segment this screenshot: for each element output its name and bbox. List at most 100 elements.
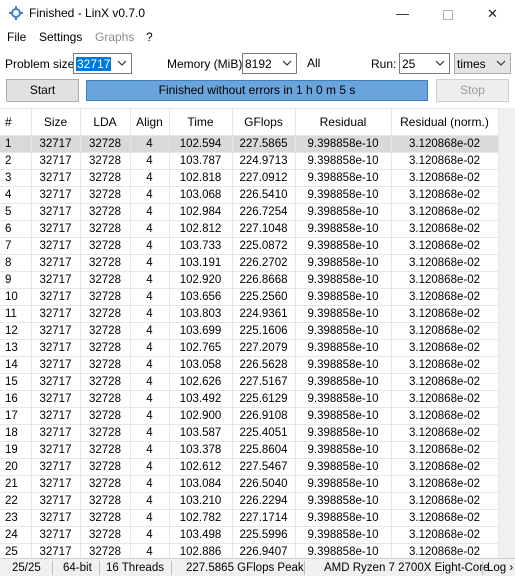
- table-row[interactable]: 3 32717 32728 4 102.818 227.0912 9.398858e-10 3…: [0, 169, 499, 187]
- chevron-down-icon: [282, 60, 292, 66]
- all-memory-button[interactable]: All: [307, 56, 320, 70]
- table-cell: 32717: [31, 356, 81, 374]
- table-cell: 103.068: [169, 186, 233, 204]
- log-button[interactable]: Log ›: [487, 562, 513, 574]
- table-row[interactable]: 5 32717 32728 4 102.984 226.7254 9.398858e-10 3…: [0, 203, 499, 221]
- table-row[interactable]: 15 32717 32728 4 102.626 227.5167 9.398858e-10…: [0, 373, 499, 391]
- table-cell: 9.398858e-10: [295, 390, 392, 408]
- table-row[interactable]: 4 32717 32728 4 103.068 226.5410 9.398858e-10 3…: [0, 186, 499, 204]
- table-cell: 32728: [80, 220, 131, 238]
- table-cell: 3.120868e-02: [391, 441, 499, 459]
- menu-graphs[interactable]: Graphs: [95, 30, 134, 44]
- table-row[interactable]: 7 32717 32728 4 103.733 225.0872 9.398858e-10 3…: [0, 237, 499, 255]
- table-cell: 4: [130, 458, 170, 476]
- table-cell: 32728: [80, 441, 131, 459]
- run-count-combo[interactable]: 25: [399, 53, 450, 74]
- results-table[interactable]: # Size LDA Align Time GFlops Residual Re…: [0, 108, 515, 558]
- memory-label: Memory (MiB):: [167, 57, 246, 71]
- table-cell: 3.120868e-02: [391, 543, 499, 558]
- table-cell: 32728: [80, 152, 131, 170]
- table-row[interactable]: 19 32717 32728 4 103.378 225.8604 9.398858e-10…: [0, 441, 499, 459]
- table-row[interactable]: 10 32717 32728 4 103.656 225.2560 9.398858e-10…: [0, 288, 499, 306]
- table-cell: 32728: [80, 424, 131, 442]
- table-row[interactable]: 17 32717 32728 4 102.900 226.9108 9.398858e-10…: [0, 407, 499, 425]
- table-row[interactable]: 13 32717 32728 4 102.765 227.2079 9.398858e-10…: [0, 339, 499, 357]
- column-header[interactable]: GFlops: [232, 109, 296, 136]
- table-cell: 3.120868e-02: [391, 186, 499, 204]
- table-cell: 224.9361: [232, 305, 296, 323]
- run-unit-combo[interactable]: times: [454, 53, 511, 74]
- table-row[interactable]: 23 32717 32728 4 102.782 227.1714 9.398858e-10…: [0, 509, 499, 527]
- problem-size-combo[interactable]: 32717: [73, 53, 132, 74]
- table-cell: 225.5996: [232, 526, 296, 544]
- table-row[interactable]: 6 32717 32728 4 102.812 227.1048 9.398858e-10 3…: [0, 220, 499, 238]
- table-cell: 227.5167: [232, 373, 296, 391]
- table-row[interactable]: 25 32717 32728 4 102.886 226.9407 9.398858e-10…: [0, 543, 499, 558]
- table-cell: 103.498: [169, 526, 233, 544]
- table-cell: 3.120868e-02: [391, 373, 499, 391]
- menu-settings[interactable]: Settings: [39, 30, 82, 44]
- table-row[interactable]: 16 32717 32728 4 103.492 225.6129 9.398858e-10…: [0, 390, 499, 408]
- progress-bar: Finished without errors in 1 h 0 m 5 s: [86, 80, 428, 101]
- table-cell: 103.699: [169, 322, 233, 340]
- maximize-button[interactable]: [425, 0, 470, 27]
- table-cell: 14: [0, 356, 32, 374]
- column-header[interactable]: Size: [31, 109, 81, 136]
- table-row[interactable]: 12 32717 32728 4 103.699 225.1606 9.398858e-10…: [0, 322, 499, 340]
- table-cell: 227.0912: [232, 169, 296, 187]
- close-button[interactable]: ✕: [470, 0, 515, 27]
- column-header[interactable]: Residual: [295, 109, 392, 136]
- chevron-down-icon: [117, 60, 127, 66]
- table-cell: 3.120868e-02: [391, 254, 499, 272]
- table-cell: 3.120868e-02: [391, 135, 499, 153]
- table-row[interactable]: 9 32717 32728 4 102.920 226.8668 9.398858e-10 3…: [0, 271, 499, 289]
- table-row[interactable]: 24 32717 32728 4 103.498 225.5996 9.398858e-10…: [0, 526, 499, 544]
- table-cell: 226.5040: [232, 475, 296, 493]
- table-row[interactable]: 20 32717 32728 4 102.612 227.5467 9.398858e-10…: [0, 458, 499, 476]
- table-row[interactable]: 11 32717 32728 4 103.803 224.9361 9.398858e-10…: [0, 305, 499, 323]
- table-cell: 32717: [31, 543, 81, 558]
- table-row[interactable]: 14 32717 32728 4 103.058 226.5628 9.398858e-10…: [0, 356, 499, 374]
- table-cell: 9.398858e-10: [295, 169, 392, 187]
- column-header[interactable]: Align: [130, 109, 170, 136]
- table-cell: 32728: [80, 390, 131, 408]
- table-cell: 227.2079: [232, 339, 296, 357]
- minimize-button[interactable]: —: [380, 0, 425, 27]
- start-button[interactable]: Start: [6, 79, 79, 102]
- menu-file[interactable]: File: [7, 30, 26, 44]
- menu-help[interactable]: ?: [146, 30, 153, 44]
- table-cell: 3.120868e-02: [391, 169, 499, 187]
- table-row[interactable]: 18 32717 32728 4 103.587 225.4051 9.398858e-10…: [0, 424, 499, 442]
- table-cell: 102.920: [169, 271, 233, 289]
- table-cell: 32728: [80, 458, 131, 476]
- column-header[interactable]: #: [0, 109, 32, 136]
- chevron-down-icon: [496, 60, 506, 66]
- memory-combo[interactable]: 8192: [242, 53, 297, 74]
- table-cell: 9.398858e-10: [295, 322, 392, 340]
- table-row[interactable]: 22 32717 32728 4 103.210 226.2294 9.398858e-10…: [0, 492, 499, 510]
- stop-button[interactable]: Stop: [436, 79, 509, 102]
- table-cell: 4: [130, 475, 170, 493]
- table-body: 1 32717 32728 4 102.594 227.5865 9.398858e-10 3…: [0, 135, 499, 558]
- table-row[interactable]: 1 32717 32728 4 102.594 227.5865 9.398858e-10 3…: [0, 135, 499, 153]
- table-cell: 9.398858e-10: [295, 441, 392, 459]
- table-cell: 9.398858e-10: [295, 305, 392, 323]
- table-cell: 32717: [31, 135, 81, 153]
- table-cell: 103.084: [169, 475, 233, 493]
- table-row[interactable]: 21 32717 32728 4 103.084 226.5040 9.398858e-10…: [0, 475, 499, 493]
- table-cell: 103.587: [169, 424, 233, 442]
- table-cell: 13: [0, 339, 32, 357]
- table-cell: 4: [130, 237, 170, 255]
- column-header[interactable]: Time: [169, 109, 233, 136]
- table-cell: 226.9108: [232, 407, 296, 425]
- table-cell: 226.9407: [232, 543, 296, 558]
- table-cell: 102.594: [169, 135, 233, 153]
- table-cell: 18: [0, 424, 32, 442]
- column-header[interactable]: Residual (norm.): [391, 109, 499, 136]
- column-header[interactable]: LDA: [80, 109, 131, 136]
- table-row[interactable]: 8 32717 32728 4 103.191 226.2702 9.398858e-10 3…: [0, 254, 499, 272]
- vertical-scrollbar[interactable]: [498, 108, 515, 558]
- table-cell: 32717: [31, 424, 81, 442]
- table-row[interactable]: 2 32717 32728 4 103.787 224.9713 9.398858e-10 3…: [0, 152, 499, 170]
- table-cell: 225.6129: [232, 390, 296, 408]
